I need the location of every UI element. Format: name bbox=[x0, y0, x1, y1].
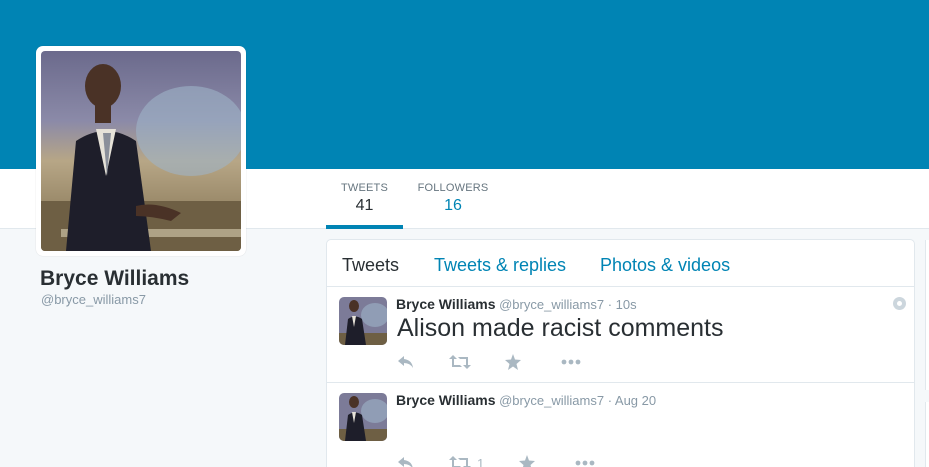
retweet-icon[interactable] bbox=[449, 455, 471, 467]
stat-followers-label: FOLLOWERS bbox=[417, 182, 489, 194]
tweet-text: Alison made racist comments bbox=[397, 314, 724, 342]
profile-avatar[interactable] bbox=[36, 46, 246, 256]
retweet-count: 1 bbox=[477, 456, 485, 467]
stat-tweets-value: 41 bbox=[355, 197, 374, 214]
reply-icon[interactable] bbox=[397, 455, 419, 467]
tweet-author-name[interactable]: Bryce Williams bbox=[396, 392, 495, 408]
more-icon[interactable] bbox=[561, 354, 583, 372]
geo-icon[interactable] bbox=[893, 297, 906, 310]
favorite-icon[interactable] bbox=[519, 455, 541, 467]
tweet-author-handle[interactable]: @bryce_williams7 bbox=[499, 297, 604, 312]
favorite-icon[interactable] bbox=[505, 354, 527, 372]
tab-tweets-replies[interactable]: Tweets & replies bbox=[434, 255, 566, 276]
tweet-avatar[interactable] bbox=[339, 297, 387, 345]
profile-name[interactable]: Bryce Williams bbox=[40, 267, 189, 291]
tweet-header: Bryce Williams @bryce_williams7 · Aug 20 bbox=[396, 392, 656, 408]
stat-tweets-label: TWEETS bbox=[340, 182, 389, 194]
tweet[interactable]: Bryce Williams @bryce_williams7 · 10s Al… bbox=[327, 287, 914, 383]
tweet-timestamp[interactable]: · 10s bbox=[608, 297, 637, 312]
tweet-author-handle[interactable]: @bryce_williams7 bbox=[499, 393, 604, 408]
timeline-tabs: Tweets Tweets & replies Photos & videos bbox=[327, 240, 914, 287]
profile-handle[interactable]: @bryce_williams7 bbox=[41, 292, 146, 307]
retweet-icon[interactable] bbox=[449, 354, 471, 372]
tweet-header: Bryce Williams @bryce_williams7 · 10s bbox=[396, 296, 637, 312]
reply-icon[interactable] bbox=[397, 354, 419, 372]
timeline: Tweets Tweets & replies Photos & videos … bbox=[326, 239, 915, 467]
tweet-timestamp[interactable]: · Aug 20 bbox=[608, 393, 656, 408]
tab-tweets[interactable]: Tweets bbox=[342, 255, 399, 276]
tweet-avatar[interactable] bbox=[339, 393, 387, 441]
tweet[interactable]: Bryce Williams @bryce_williams7 · Aug 20… bbox=[327, 383, 914, 467]
more-icon[interactable] bbox=[575, 455, 597, 467]
tab-photos-videos[interactable]: Photos & videos bbox=[600, 255, 730, 276]
stat-followers[interactable]: FOLLOWERS 16 bbox=[410, 169, 496, 229]
stat-tweets[interactable]: TWEETS 41 bbox=[326, 169, 403, 229]
tweet-author-name[interactable]: Bryce Williams bbox=[396, 296, 495, 312]
right-module-edge bbox=[925, 240, 929, 390]
right-module-edge bbox=[925, 402, 929, 467]
avatar-photo bbox=[41, 51, 241, 251]
stat-followers-value: 16 bbox=[444, 197, 462, 214]
